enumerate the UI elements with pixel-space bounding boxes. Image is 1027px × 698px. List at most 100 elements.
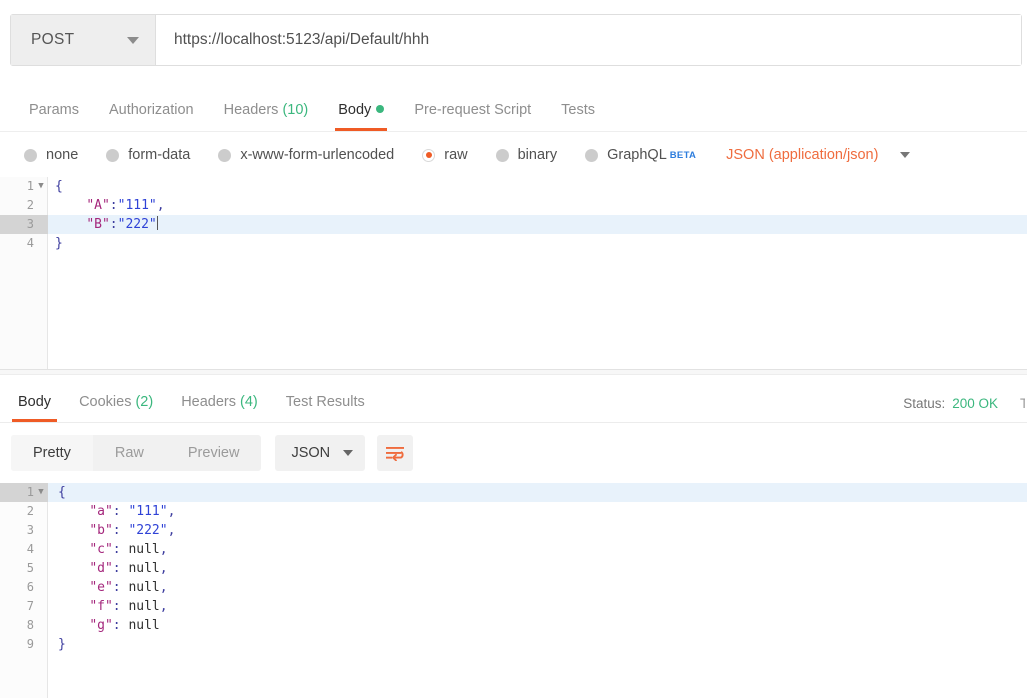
response-body-viewer[interactable]: 1 ▼{2 "a": "111", 3 "b": "222", 4 "c": null…: [0, 483, 1027, 698]
code-line[interactable]: 1 ▼ {: [0, 177, 1027, 196]
code-line[interactable]: 9}: [0, 635, 1027, 654]
code-line[interactable]: 2 "a": "111",: [0, 502, 1027, 521]
code-line[interactable]: 1 ▼ {: [0, 483, 1027, 502]
code-line[interactable]: 8 "g": null: [0, 616, 1027, 635]
code-token: "A": [86, 198, 110, 213]
radio-icon: [24, 148, 37, 162]
line-number: 2: [26, 198, 34, 212]
tab-label: Test Results: [285, 394, 365, 410]
request-tab-authorization[interactable]: Authorization: [94, 102, 209, 131]
code-line[interactable]: 2 "A":"111",: [0, 196, 1027, 215]
code-token: ,: [156, 198, 165, 213]
code-text: }: [55, 234, 63, 253]
response-tab-body[interactable]: Body: [4, 394, 65, 422]
code-line[interactable]: 3 "B":"222": [0, 215, 1027, 234]
request-url-bar: POST https://localhost:5123/api/Default/…: [0, 0, 1027, 81]
request-tab-params[interactable]: Params: [14, 102, 94, 131]
request-tab-bar: Params Authorization Headers (10) Body Pre-r…: [0, 80, 1027, 132]
response-tab-headers[interactable]: Headers (4): [167, 394, 272, 422]
request-editor-code[interactable]: 1 ▼{2 "A":"111", 3 "B":"222" 4}: [0, 177, 1027, 369]
body-type-radio-binary[interactable]: binary: [495, 147, 557, 163]
code-token: :: [112, 599, 129, 614]
fold-toggle-icon[interactable]: ▼: [36, 177, 46, 196]
body-type-radio-graphql[interactable]: GraphQL BETA: [585, 147, 696, 163]
response-toolbar: Pretty Raw Preview JSON: [0, 423, 1027, 483]
text-cursor: [156, 216, 158, 230]
chevron-down-icon: [343, 450, 354, 456]
tab-label: Headers: [181, 394, 237, 410]
line-number: 3: [26, 523, 34, 537]
content-type-selector[interactable]: JSON (application/json): [726, 147, 911, 163]
view-mode-preview[interactable]: Preview: [166, 435, 262, 471]
response-editor-code[interactable]: 1 ▼{2 "a": "111", 3 "b": "222", 4 "c": null…: [0, 483, 1027, 698]
request-body-editor[interactable]: 1 ▼{2 "A":"111", 3 "B":"222" 4}: [0, 177, 1027, 369]
code-text: }: [58, 635, 66, 654]
line-number: 1: [26, 485, 34, 499]
code-token: :: [109, 198, 118, 213]
body-type-radio-raw[interactable]: raw: [422, 147, 468, 163]
body-type-radio-x-www-form-urlencoded[interactable]: x-www-form-urlencoded: [218, 147, 394, 163]
response-format-selector[interactable]: JSON: [275, 435, 366, 471]
request-tab-pre-request-script[interactable]: Pre-request Script: [399, 102, 546, 131]
response-tab-test-results[interactable]: Test Results: [272, 394, 379, 422]
view-mode-raw[interactable]: Raw: [93, 435, 166, 471]
body-present-indicator-icon: [376, 105, 385, 113]
code-token: "d": [89, 561, 113, 576]
code-line[interactable]: 4 "c": null,: [0, 540, 1027, 559]
radio-icon: [218, 148, 232, 162]
code-line[interactable]: 7 "f": null,: [0, 597, 1027, 616]
code-token: :: [112, 618, 129, 633]
code-line[interactable]: 5 "d": null,: [0, 559, 1027, 578]
response-view-mode-group: Pretty Raw Preview: [11, 435, 262, 471]
chevron-down-icon: [900, 152, 911, 158]
code-text: "b": "222",: [58, 521, 175, 540]
active-line-highlight: [48, 215, 1027, 234]
code-token: :: [112, 580, 129, 595]
body-type-row: none form-data x-www-form-urlencoded raw bin…: [0, 133, 1027, 177]
code-line[interactable]: 4}: [0, 234, 1027, 253]
code-text: "f": null,: [58, 597, 167, 616]
radio-icon: [422, 148, 436, 162]
http-method-label: POST: [31, 31, 75, 48]
radio-label: x-www-form-urlencoded: [240, 147, 395, 163]
fold-toggle-icon[interactable]: ▼: [36, 483, 46, 502]
code-line[interactable]: 3 "b": "222",: [0, 521, 1027, 540]
word-wrap-button[interactable]: [377, 435, 414, 471]
request-url-input[interactable]: https://localhost:5123/api/Default/hhh: [156, 15, 1021, 65]
radio-label: GraphQL: [607, 147, 667, 163]
beta-badge: BETA: [669, 149, 697, 161]
radio-icon: [495, 148, 509, 162]
code-token: "111": [128, 504, 168, 519]
code-token: {: [55, 179, 63, 194]
code-token: "e": [89, 580, 113, 595]
code-token: :: [112, 504, 129, 519]
tab-label: Pre-request Script: [414, 102, 532, 118]
status-badge: 200 OK: [952, 396, 998, 411]
request-tab-body[interactable]: Body: [323, 102, 399, 131]
line-number: 9: [26, 637, 34, 651]
body-type-radio-form-data[interactable]: form-data: [106, 147, 190, 163]
tab-label: Headers: [223, 102, 279, 118]
response-tab-cookies[interactable]: Cookies (2): [65, 394, 167, 422]
body-type-radio-none[interactable]: none: [24, 147, 78, 163]
content-type-label: JSON (application/json): [726, 147, 879, 163]
code-token: ,: [167, 504, 176, 519]
radio-label: form-data: [128, 147, 191, 163]
active-line-highlight: [48, 483, 1027, 502]
code-line[interactable]: 6 "e": null,: [0, 578, 1027, 597]
radio-icon: [585, 148, 599, 162]
code-text: "g": null: [58, 616, 159, 635]
request-tab-headers[interactable]: Headers (10): [209, 102, 324, 131]
word-wrap-icon: [386, 446, 405, 461]
tab-count: (10): [278, 102, 309, 118]
http-method-selector[interactable]: POST: [11, 15, 156, 65]
view-mode-pretty[interactable]: Pretty: [11, 435, 93, 471]
line-number: 8: [26, 618, 34, 632]
request-tab-tests[interactable]: Tests: [546, 102, 610, 131]
